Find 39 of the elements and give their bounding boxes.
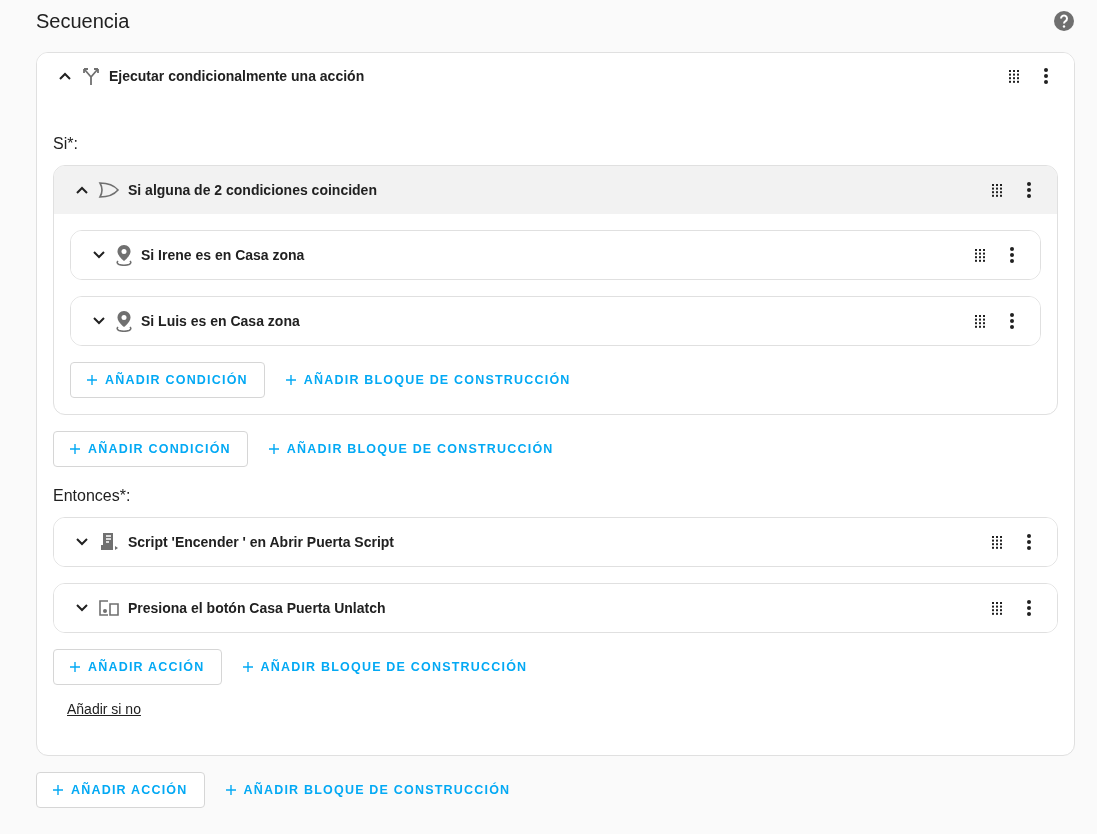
add-else-link[interactable]: Añadir si no <box>67 701 141 717</box>
script-icon <box>98 531 120 553</box>
add-button[interactable]: AÑADIR CONDICIÓN <box>70 362 265 398</box>
remote-button-icon <box>98 599 120 617</box>
chevron-up-icon[interactable] <box>59 72 71 80</box>
add-button[interactable]: AÑADIR BLOQUE DE CONSTRUCCIÓN <box>251 431 571 467</box>
plus-icon <box>87 375 97 385</box>
plus-icon <box>53 785 63 795</box>
plus-icon <box>70 662 80 672</box>
block-title: Script 'Encender ' en Abrir Puerta Script <box>128 534 395 550</box>
section-label: Si*: <box>53 135 79 153</box>
chevron-down-icon[interactable] <box>93 251 105 259</box>
chevron-down-icon[interactable] <box>76 538 88 546</box>
chevron-up-icon[interactable] <box>76 186 88 194</box>
add-button[interactable]: AÑADIR BLOQUE DE CONSTRUCCIÓN <box>268 362 588 398</box>
plus-icon <box>285 375 296 385</box>
section-label: Entonces*: <box>53 487 132 505</box>
chevron-down-icon[interactable] <box>76 604 88 612</box>
add-button[interactable]: AÑADIR ACCIÓN <box>53 649 222 685</box>
block-title: Si alguna de 2 condiciones coinciden <box>128 182 378 198</box>
block-title: Ejecutar condicionalmente una acción <box>109 68 366 84</box>
add-button[interactable]: AÑADIR CONDICIÓN <box>53 431 248 467</box>
plus-icon <box>268 444 279 454</box>
add-button[interactable]: AÑADIR BLOQUE DE CONSTRUCCIÓN <box>225 649 545 685</box>
block-title: Presiona el botón Casa Puerta Unlatch <box>128 600 387 616</box>
plus-icon <box>70 444 80 454</box>
logic-gate-icon <box>98 181 120 199</box>
chevron-down-icon[interactable] <box>93 317 105 325</box>
block-title: Si Luis es en Casa zona <box>141 313 301 329</box>
add-button[interactable]: AÑADIR ACCIÓN <box>36 772 205 808</box>
plus-icon <box>242 662 253 672</box>
map-marker-icon <box>115 244 133 266</box>
map-marker-icon <box>115 310 133 332</box>
branch-arrows-icon <box>81 66 101 86</box>
page-title: Secuencia <box>36 9 130 33</box>
add-button[interactable]: AÑADIR BLOQUE DE CONSTRUCCIÓN <box>208 772 528 808</box>
block-title: Si Irene es en Casa zona <box>141 247 306 263</box>
plus-icon <box>225 785 236 795</box>
help-icon[interactable] <box>1053 10 1075 32</box>
